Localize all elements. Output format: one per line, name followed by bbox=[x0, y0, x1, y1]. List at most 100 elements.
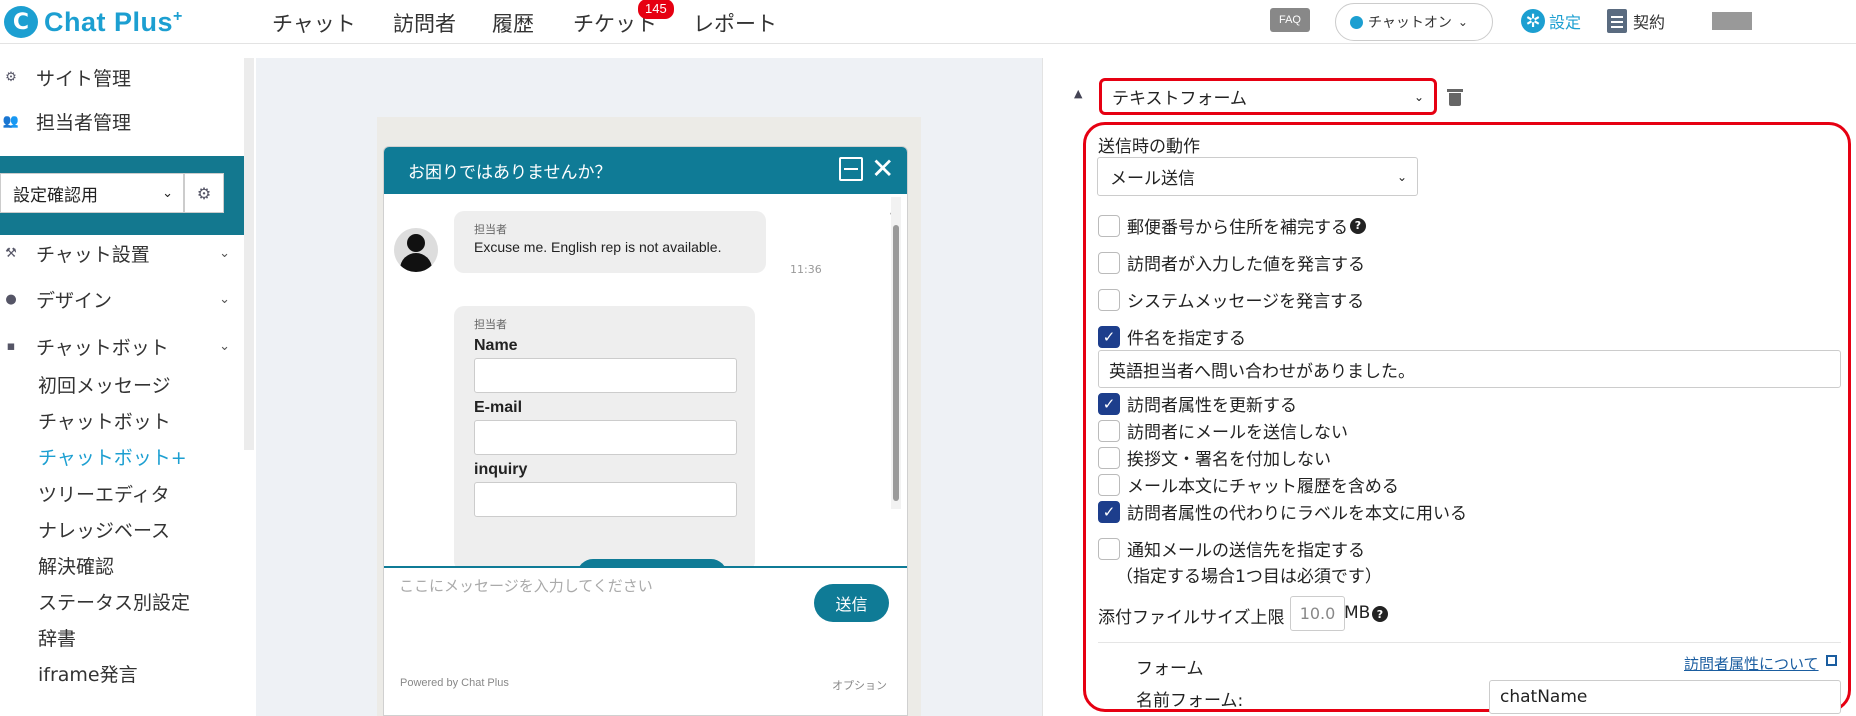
sidebar-item-site-management[interactable]: ⚙ サイト管理 bbox=[0, 62, 244, 92]
nav-chat[interactable]: チャット bbox=[272, 8, 356, 38]
chevron-down-icon: ⌄ bbox=[1396, 169, 1407, 184]
visitor-attributes-link[interactable]: 訪問者属性について bbox=[1684, 653, 1819, 674]
checkbox[interactable] bbox=[1098, 473, 1120, 496]
checkbox-label: 訪問者が入力した値を発言する bbox=[1127, 255, 1365, 275]
chat-header-title: お困りではありませんか？ bbox=[408, 163, 612, 183]
sidebar-subitem[interactable]: ステータス別設定 bbox=[38, 588, 190, 615]
checkbox-label: 訪問者属性の代わりにラベルを本文に用いる bbox=[1127, 504, 1467, 524]
checkbox-row[interactable]: ✓ 件名を指定する bbox=[1098, 324, 1246, 349]
operator-avatar bbox=[394, 228, 438, 272]
collapse-icon[interactable]: ▲ bbox=[1074, 87, 1082, 100]
help-icon[interactable]: ? bbox=[1372, 606, 1388, 622]
sidebar-subitem[interactable]: チャットボット bbox=[38, 407, 171, 434]
form-type-select[interactable]: テキストフォーム ⌄ bbox=[1099, 78, 1437, 115]
site-selector-panel: 設定確認用 ⌄ ⚙ bbox=[0, 156, 244, 235]
close-icon[interactable]: ✕ bbox=[871, 152, 894, 185]
subject-input[interactable]: 英語担当者へ問い合わせがありました。 bbox=[1098, 350, 1841, 388]
checkbox[interactable] bbox=[1098, 251, 1120, 274]
checkbox[interactable] bbox=[1098, 214, 1120, 237]
faq-button[interactable]: FAQ bbox=[1270, 8, 1310, 32]
checkbox-row[interactable]: 郵便番号から住所を補完する ? bbox=[1098, 213, 1366, 238]
trash-icon[interactable] bbox=[1447, 89, 1463, 106]
top-bar: C Chat Plus+ チャット 訪問者 履歴 チケット 145 レポート F… bbox=[0, 0, 1856, 44]
checkbox-label: 郵便番号から住所を補完する bbox=[1127, 218, 1348, 238]
settings-link[interactable]: ✲ 設定 bbox=[1521, 9, 1581, 33]
chat-bubble-icon: C bbox=[4, 6, 38, 38]
checkbox-row[interactable]: 挨拶文・署名を付加しない bbox=[1098, 445, 1331, 470]
checkbox-row[interactable]: ✓ 訪問者属性の代わりにラベルを本文に用いる bbox=[1098, 499, 1467, 524]
attach-size-input[interactable]: 10.0 bbox=[1290, 596, 1345, 631]
message-sender: 担当者 bbox=[474, 223, 507, 236]
on-submit-select[interactable]: メール送信 ⌄ bbox=[1097, 157, 1418, 196]
checkbox-label: メール本文にチャット履歴を含める bbox=[1127, 477, 1399, 497]
site-select[interactable]: 設定確認用 ⌄ bbox=[0, 173, 184, 213]
sidebar-subitem[interactable]: 初回メッセージ bbox=[38, 371, 171, 398]
checkbox[interactable] bbox=[1098, 419, 1120, 442]
external-link-icon[interactable] bbox=[1826, 655, 1837, 666]
name-form-label: 名前フォーム: bbox=[1136, 691, 1244, 711]
name-field[interactable] bbox=[474, 358, 737, 393]
sidebar-subitem[interactable]: 解決確認 bbox=[38, 552, 114, 579]
checkbox-checked[interactable]: ✓ bbox=[1098, 325, 1120, 348]
contract-link[interactable]: 契約 bbox=[1607, 9, 1665, 33]
checkbox-row[interactable]: ✓ 訪問者属性を更新する bbox=[1098, 391, 1297, 416]
sidebar-scrollbar[interactable] bbox=[244, 58, 254, 450]
minimize-icon[interactable] bbox=[839, 157, 863, 181]
chevron-down-icon: ⌄ bbox=[219, 291, 230, 307]
user-menu[interactable] bbox=[1712, 12, 1752, 30]
checkbox-row[interactable]: 訪問者が入力した値を発言する bbox=[1098, 250, 1365, 275]
checkbox-row[interactable]: システムメッセージを発言する bbox=[1098, 287, 1364, 312]
person-body bbox=[400, 253, 432, 272]
email-field[interactable] bbox=[474, 420, 737, 455]
sidebar-subitem[interactable]: 辞書 bbox=[38, 624, 76, 651]
checkbox-row[interactable]: メール本文にチャット履歴を含める bbox=[1098, 472, 1399, 497]
message-input[interactable]: ここにメッセージを入力してください bbox=[399, 575, 653, 596]
nav-visitors[interactable]: 訪問者 bbox=[393, 8, 456, 38]
tools-icon: ⚒ bbox=[5, 245, 17, 261]
chat-widget-preview: お困りではありませんか？ ✕ ▲ ▼ 担当者 Excuse me. Englis… bbox=[383, 146, 908, 716]
checkbox[interactable] bbox=[1098, 446, 1120, 469]
cog-icon: ⚙ bbox=[5, 69, 17, 85]
sidebar-item-label: チャット設置 bbox=[36, 243, 150, 266]
checkbox-row[interactable]: 訪問者にメールを送信しない bbox=[1098, 418, 1348, 443]
chat-header: お困りではありませんか？ ✕ bbox=[384, 147, 907, 194]
sidebar-subitem[interactable]: ナレッジベース bbox=[38, 516, 170, 543]
sidebar-subitem-active[interactable]: チャットボット+ bbox=[38, 443, 187, 470]
nav-history[interactable]: 履歴 bbox=[492, 8, 534, 38]
sidebar-item-staff-management[interactable]: 👥 担当者管理 bbox=[0, 106, 244, 136]
checkbox-label: 通知メールの送信先を指定する bbox=[1127, 541, 1365, 561]
form-section-label: フォーム bbox=[1136, 659, 1204, 679]
checkbox-label: 件名を指定する bbox=[1127, 329, 1246, 349]
option-link[interactable]: オプション bbox=[832, 677, 887, 693]
checkbox-checked[interactable]: ✓ bbox=[1098, 500, 1120, 523]
sidebar-item-chat-setup[interactable]: ⚒ チャット設置 ⌄ bbox=[0, 238, 244, 268]
name-form-input[interactable]: chatName bbox=[1489, 680, 1841, 714]
chevron-down-icon: ⌄ bbox=[162, 185, 173, 201]
logo[interactable]: C Chat Plus+ bbox=[4, 4, 183, 40]
chat-icon: ▪ bbox=[6, 338, 16, 354]
online-dot-icon bbox=[1350, 15, 1363, 29]
chat-status-label: チャットオン bbox=[1368, 15, 1452, 31]
chat-status-dropdown[interactable]: チャットオン ⌄ bbox=[1335, 3, 1493, 41]
attach-size-unit: MB bbox=[1344, 603, 1371, 623]
sidebar-item-design[interactable]: ● デザイン ⌄ bbox=[0, 284, 244, 314]
chevron-down-icon: ⌄ bbox=[219, 245, 230, 261]
chat-scrollbar-thumb[interactable] bbox=[893, 225, 899, 501]
checkbox[interactable] bbox=[1098, 537, 1120, 560]
trash-can bbox=[1449, 93, 1461, 106]
form-field-label: Name bbox=[474, 337, 518, 354]
checkbox[interactable] bbox=[1098, 288, 1120, 311]
inquiry-field[interactable] bbox=[474, 482, 737, 517]
checkbox-checked[interactable]: ✓ bbox=[1098, 392, 1120, 415]
checkbox-row[interactable]: 通知メールの送信先を指定する bbox=[1098, 536, 1365, 561]
sidebar-item-chatbot[interactable]: ▪ チャットボット ⌄ bbox=[0, 331, 244, 361]
site-settings-button[interactable]: ⚙ bbox=[184, 173, 224, 213]
nav-reports[interactable]: レポート bbox=[693, 8, 777, 38]
help-icon[interactable]: ? bbox=[1350, 217, 1366, 234]
sidebar-subitem[interactable]: iframe発言 bbox=[38, 660, 138, 687]
sidebar-subitem[interactable]: ツリーエディタ bbox=[38, 480, 170, 507]
powered-by: Powered by Chat Plus bbox=[400, 677, 509, 689]
send-button[interactable]: 送信 bbox=[814, 584, 889, 622]
notify-note: （指定する場合1つ目は必須です） bbox=[1116, 567, 1382, 587]
sidebar-item-label: チャットボット bbox=[36, 336, 169, 359]
